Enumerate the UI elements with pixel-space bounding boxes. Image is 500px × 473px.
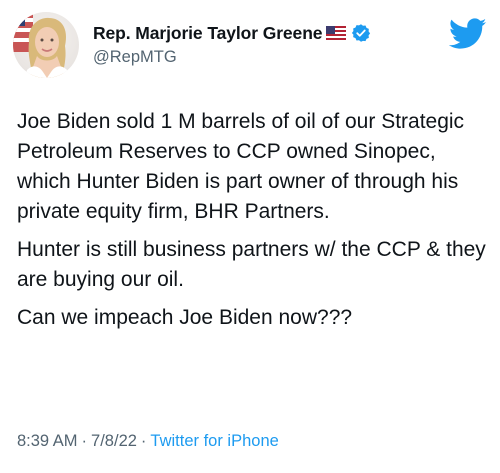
tweet-metadata: 8:39 AM · 7/8/22 · Twitter for iPhone — [17, 430, 279, 452]
verified-badge-icon — [351, 23, 371, 43]
tweet-paragraph-2: Hunter is still business partners w/ the… — [17, 238, 486, 291]
separator: · — [140, 432, 147, 450]
tweet-header: Rep. Marjorie Taylor Greene @RepMTG — [13, 12, 487, 80]
tweet-paragraph-1: Joe Biden sold 1 M barrels of oil of our… — [17, 110, 465, 223]
us-flag-icon — [326, 26, 347, 40]
tweet-text: Joe Biden sold 1 M barrels of oil of our… — [17, 107, 487, 341]
tweet-source-link[interactable]: Twitter for iPhone — [150, 432, 278, 450]
tweet-paragraph-3: Can we impeach Joe Biden now??? — [17, 306, 353, 329]
user-handle[interactable]: @RepMTG — [93, 47, 177, 68]
twitter-bird-icon — [448, 18, 487, 50]
tweet-time[interactable]: 8:39 AM — [17, 432, 78, 450]
profile-photo-icon — [13, 12, 69, 78]
separator: · — [81, 432, 88, 450]
name-row: Rep. Marjorie Taylor Greene — [93, 22, 371, 44]
display-name[interactable]: Rep. Marjorie Taylor Greene — [93, 22, 323, 44]
tweet-date[interactable]: 7/8/22 — [91, 432, 137, 450]
avatar[interactable] — [13, 12, 79, 78]
